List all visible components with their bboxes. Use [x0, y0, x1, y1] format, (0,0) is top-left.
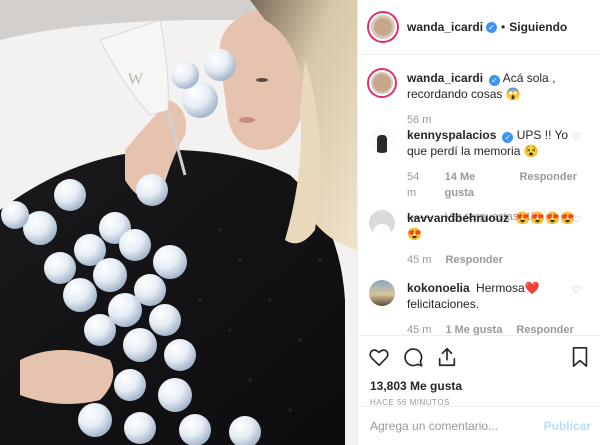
reply-button[interactable]: Responder — [520, 169, 577, 201]
post-details-panel: wanda_icardi ✓ • Siguiendo wanda_icardi ✓… — [357, 0, 600, 445]
comment-likes[interactable]: 1 Me gusta — [445, 322, 502, 335]
following-button[interactable]: Siguiendo — [509, 20, 567, 34]
comment-input[interactable] — [370, 419, 540, 433]
verified-badge-icon: ✓ — [486, 21, 498, 33]
likes-count[interactable]: 13,803 Me gusta — [370, 379, 462, 393]
verified-badge-icon: ✓ — [502, 132, 514, 143]
add-comment-bar: Publicar — [358, 406, 600, 445]
comment-likes[interactable]: 14 Me gusta — [445, 169, 506, 201]
header-separator: • — [501, 20, 506, 34]
comment-like-heart-icon[interactable]: ♡ — [571, 133, 581, 143]
comment-item: kavvandbehruouz 😍😍😍😍😍 45 m Responder ♡ — [369, 210, 599, 268]
comment-time[interactable]: 45 m — [407, 252, 431, 268]
heart-icon[interactable] — [368, 346, 390, 368]
verified-badge-icon: ✓ — [489, 75, 501, 86]
comment-like-heart-icon[interactable]: ♡ — [571, 286, 581, 296]
instagram-post: W wanda_icardi ✓ • Siguiendo wanda_icard… — [0, 0, 600, 445]
comment-username[interactable]: kavvandbehruouz — [407, 211, 509, 225]
bookmark-icon[interactable] — [569, 346, 591, 368]
caption-username[interactable]: wanda_icardi — [407, 71, 483, 85]
caption-time[interactable]: 56 m — [407, 112, 431, 128]
commenter-avatar[interactable] — [369, 127, 395, 153]
post-photo[interactable]: W — [0, 0, 357, 445]
caption-avatar[interactable] — [369, 70, 395, 96]
publish-button[interactable]: Publicar — [544, 419, 591, 433]
comments-section[interactable]: wanda_icardi ✓ Acá sola , recordando cosa… — [358, 55, 600, 335]
comment-time[interactable]: 45 m — [407, 322, 431, 335]
share-icon[interactable] — [436, 346, 458, 368]
reply-button[interactable]: Responder — [445, 252, 502, 268]
comment-username[interactable]: kokonoelia — [407, 281, 470, 295]
comment-time[interactable]: 54 m — [407, 169, 431, 201]
cup-logo: W — [128, 71, 144, 88]
reply-button[interactable]: Responder — [516, 322, 573, 335]
caption: wanda_icardi ✓ Acá sola , recordando cosa… — [369, 70, 599, 128]
comment-username[interactable]: kennyspalacios — [407, 128, 496, 142]
comment-like-heart-icon[interactable]: ♡ — [571, 216, 581, 226]
post-header: wanda_icardi ✓ • Siguiendo — [358, 0, 600, 55]
comment-icon[interactable] — [402, 346, 424, 368]
photo-illustration: W — [0, 0, 357, 445]
comment-item: kokonoelia Hermosa❤️ felicitaciones. 45 … — [369, 280, 599, 335]
commenter-avatar[interactable] — [369, 280, 395, 306]
commenter-avatar[interactable] — [369, 210, 395, 236]
author-username[interactable]: wanda_icardi — [407, 20, 483, 34]
author-avatar[interactable] — [369, 13, 397, 41]
